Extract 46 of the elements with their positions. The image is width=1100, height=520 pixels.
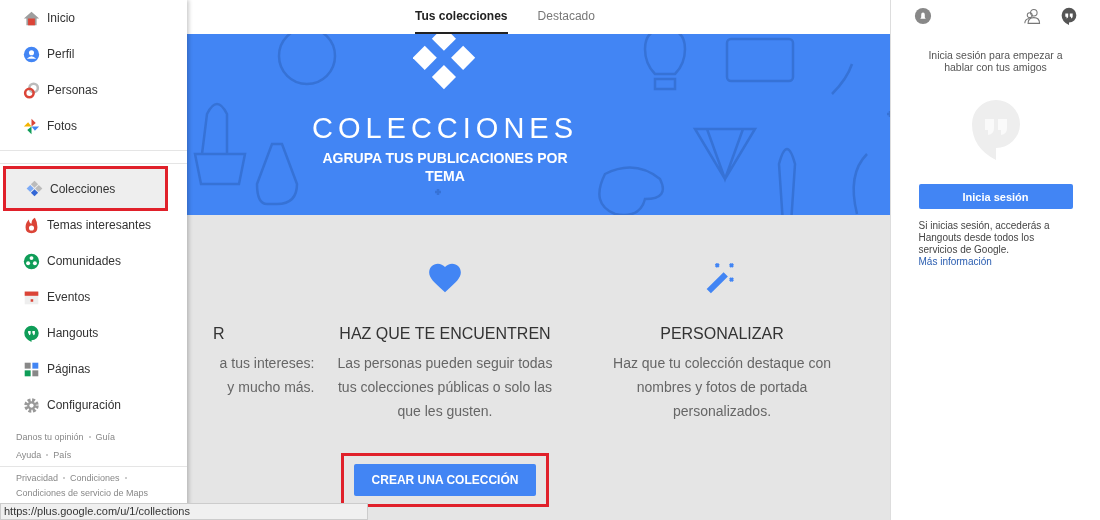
create-collection-button[interactable]: CREAR UNA COLECCIÓN: [353, 464, 537, 496]
nav-item[interactable]: Colecciones: [3, 166, 168, 211]
footer-link[interactable]: Guía: [95, 431, 116, 443]
collections-logo-icon: [413, 34, 477, 92]
home-icon: [23, 9, 40, 27]
sign-in-button[interactable]: Inicia sesión: [918, 184, 1073, 209]
pages-icon: [23, 360, 40, 378]
flame-icon: [23, 216, 40, 234]
feature-description: Haz que tu colección destaque con nombres y fotos de portada personalizados.: [613, 354, 831, 421]
banner-title: COLECCIONES: [311, 112, 579, 145]
tab[interactable]: Destacado: [537, 0, 595, 34]
nav-item[interactable]: Páginas: [0, 351, 187, 387]
diamonds-icon: [26, 180, 43, 197]
feature-title: HAZ QUE TE ENCUENTREN: [339, 325, 551, 343]
footer-link[interactable]: Privacidad: [16, 472, 59, 484]
gear-icon: [23, 396, 40, 414]
hangouts-icon: [23, 324, 40, 342]
hangouts-icon[interactable]: [1060, 7, 1078, 25]
footer-link[interactable]: Ayuda: [16, 449, 42, 461]
nav-item[interactable]: Personas: [0, 72, 187, 108]
footer-link[interactable]: País: [53, 449, 72, 461]
more-info-link[interactable]: Más información: [918, 256, 1073, 267]
nav-item[interactable]: Eventos: [0, 279, 187, 315]
pinwheel-icon: [23, 117, 40, 135]
feature-title: PERSONALIZAR: [660, 325, 784, 343]
footer-link[interactable]: Condiciones: [70, 472, 120, 484]
feature-description: Las personas pueden seguir todas tus colecciones públicas o solo las que les gusten.: [337, 354, 553, 421]
feature-title: R: [212, 325, 225, 343]
communities-icon: [23, 252, 40, 270]
footer-link[interactable]: Danos tu opinión: [16, 431, 84, 443]
sign-in-prompt: Inicia sesión para empezar a hablar con tus amigos: [927, 49, 1064, 73]
nav-item[interactable]: Configuración: [0, 387, 187, 423]
nav-item[interactable]: Perfil: [0, 36, 187, 72]
people-icon[interactable]: [1024, 7, 1042, 25]
sign-in-info: Si inicias sesión, accederás a Hangouts desde todos los servicios de Google.: [918, 220, 1051, 256]
notification-bell-icon[interactable]: [914, 7, 932, 25]
nav-item[interactable]: Comunidades: [0, 243, 187, 279]
people-icon: [23, 81, 40, 99]
nav-item[interactable]: Inicio: [0, 0, 187, 36]
banner-subtitle: AGRUPA TUS PUBLICACIONES POR TEMA: [321, 149, 569, 185]
status-bar: https://plus.google.com/u/1/collections: [0, 503, 368, 520]
profile-icon: [23, 45, 40, 63]
footer-link[interactable]: Condiciones de servicio de Maps: [16, 487, 149, 499]
feature-description: a tus intereses: y mucho más.: [219, 354, 315, 397]
nav-item[interactable]: Hangouts: [0, 315, 187, 351]
nav-item[interactable]: Fotos: [0, 108, 187, 144]
